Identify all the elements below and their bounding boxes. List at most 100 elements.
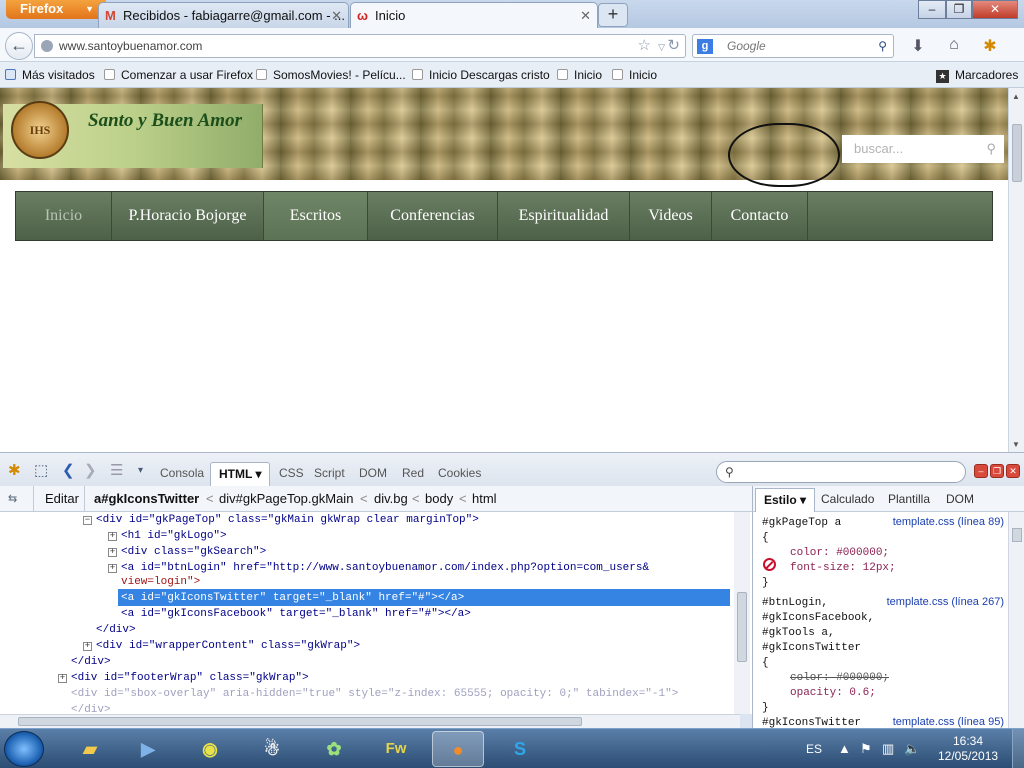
css-source-link[interactable]: template.css (línea 267) (887, 596, 1004, 608)
firebug-icon[interactable]: ✱ (8, 461, 21, 479)
tab-consola[interactable]: Consola (160, 466, 204, 480)
bookmarks-menu[interactable]: ★ Marcadores (936, 68, 1018, 83)
bookmark-item[interactable]: Inicio (557, 68, 602, 82)
list-icon[interactable]: ☰ (110, 461, 123, 479)
collapse-icon[interactable]: − (83, 516, 92, 525)
start-button[interactable] (4, 731, 44, 767)
html-panel-scrollbar[interactable] (734, 512, 750, 714)
html-node[interactable]: <div id="footerWrap" class="gkWrap"> (71, 670, 309, 686)
search-icon[interactable]: ⚲ (878, 35, 887, 57)
scrollbar-thumb[interactable] (1012, 528, 1022, 542)
chevron-down-icon[interactable]: ▾ (138, 465, 143, 476)
tab-gmail[interactable]: M Recibidos - fabiagarre@gmail.com - ... ✕ (98, 2, 349, 28)
language-indicator[interactable]: ES (806, 742, 822, 756)
google-icon[interactable]: g (697, 39, 713, 54)
firebug-search-input[interactable]: ⚲ (716, 461, 966, 483)
chevron-down-icon[interactable]: ▽ (658, 36, 665, 58)
back-button[interactable]: ← (5, 32, 33, 60)
bookmark-item[interactable]: SomosMovies! - Pelícu... (256, 68, 406, 82)
expand-icon[interactable]: + (108, 548, 117, 557)
expand-icon[interactable]: + (83, 642, 92, 651)
tab-inicio[interactable]: ω Inicio ✕ (350, 2, 598, 28)
tab-estilo[interactable]: Estilo ▾ (755, 488, 816, 512)
network-icon[interactable]: ▥ (882, 741, 894, 757)
disabled-property-icon[interactable] (763, 558, 776, 571)
html-node[interactable]: <a id="gkIconsFacebook" target="_blank" … (121, 606, 471, 622)
app-icon[interactable]: ☃ (246, 731, 298, 767)
tab-dom[interactable]: DOM (359, 466, 387, 480)
site-search-input[interactable]: buscar... ⚲ (842, 135, 1004, 163)
menu-item-videos[interactable]: Videos (630, 192, 712, 240)
clock[interactable]: 16:34 12/05/2013 (938, 734, 998, 764)
firebug-icon[interactable]: ✱ (980, 36, 1000, 56)
edit-button[interactable]: Editar (45, 486, 79, 512)
menu-item-contacto[interactable]: Contacto (712, 192, 808, 240)
tab-calculado[interactable]: Calculado (821, 492, 874, 506)
css-property[interactable]: opacity: 0.6; (790, 686, 876, 701)
search-icon[interactable]: ⚲ (986, 135, 996, 163)
forward-arrow-icon[interactable]: ❯ (84, 461, 97, 479)
media-player-icon[interactable]: ▶ (122, 731, 174, 767)
close-panel-button[interactable]: ✕ (1006, 464, 1020, 478)
show-desktop-button[interactable] (1012, 729, 1024, 768)
tray-chevron-icon[interactable]: ▲ (838, 741, 851, 756)
menu-item-horacio-bojorge[interactable]: P.Horacio Bojorge (112, 192, 264, 240)
bookmark-item[interactable]: Comenzar a usar Firefox (104, 68, 253, 82)
css-source-link[interactable]: template.css (línea 89) (893, 516, 1004, 528)
tab-css[interactable]: CSS (279, 466, 304, 480)
minimize-button[interactable]: – (918, 0, 946, 19)
breadcrumb-item[interactable]: body (425, 486, 453, 512)
html-node-selected[interactable]: <a id="gkIconsTwitter" target="_blank" h… (121, 590, 464, 606)
skype-icon[interactable]: S (494, 731, 546, 767)
tab-html[interactable]: HTML ▾ (210, 462, 271, 487)
volume-icon[interactable]: 🔈 (904, 741, 920, 757)
breadcrumb-item[interactable]: a#gkIconsTwitter (94, 486, 199, 512)
minimize-panel-button[interactable]: – (974, 464, 988, 478)
tab-cookies[interactable]: Cookies (438, 466, 481, 480)
css-property[interactable]: font-size: 12px; (790, 561, 896, 576)
search-input[interactable]: g Google ⚲ (692, 34, 894, 58)
url-bar[interactable]: www.santoybuenamor.com ☆ ▽ ↻ (34, 34, 686, 58)
tab-script[interactable]: Script (314, 466, 345, 480)
expand-icon[interactable]: + (58, 674, 67, 683)
html-panel-horizontal-scrollbar[interactable] (0, 714, 740, 728)
menu-item-escritos[interactable]: Escritos (264, 192, 368, 240)
chrome-icon[interactable]: ◉ (184, 731, 236, 767)
explorer-icon[interactable]: ▰ (64, 731, 116, 767)
html-node[interactable]: <div id="gkPageTop" class="gkMain gkWrap… (96, 512, 479, 528)
css-property-overridden[interactable]: color: #000000; (790, 671, 889, 686)
css-property[interactable]: color: #000000; (790, 546, 889, 561)
menu-item-inicio[interactable]: Inicio (16, 192, 112, 240)
close-icon[interactable]: ✕ (580, 8, 591, 24)
firefox-menu-button[interactable]: Firefox ▼ (6, 0, 106, 19)
tab-plantilla[interactable]: Plantilla (888, 492, 930, 506)
reload-icon[interactable]: ↻ (667, 35, 680, 57)
bookmark-most-visited[interactable]: Más visitados (5, 68, 95, 82)
inspect-icon[interactable]: ⬚ (34, 461, 48, 479)
html-node[interactable]: <div id="wrapperContent" class="gkWrap"> (96, 638, 360, 654)
maximize-button[interactable]: ❐ (946, 0, 972, 19)
scrollbar-thumb[interactable] (1012, 124, 1022, 182)
html-node[interactable]: <h1 id="gkLogo"> (121, 528, 227, 544)
picasa-icon[interactable]: ✿ (308, 731, 360, 767)
tab-dom-side[interactable]: DOM (946, 492, 974, 506)
html-node[interactable]: <div class="gkSearch"> (121, 544, 266, 560)
style-panel-scrollbar[interactable] (1008, 512, 1024, 728)
new-tab-button[interactable]: + (598, 3, 628, 27)
page-scrollbar[interactable]: ▲ ▼ (1008, 88, 1024, 452)
tab-red[interactable]: Red (402, 466, 424, 480)
bookmark-item[interactable]: Inicio Descargas cristo (412, 68, 550, 82)
close-window-button[interactable]: ✕ (972, 0, 1018, 19)
firefox-taskbar-icon[interactable]: ● (432, 731, 484, 767)
menu-item-conferencias[interactable]: Conferencias (368, 192, 498, 240)
arrow-down-icon[interactable]: ▼ (1012, 440, 1020, 449)
close-icon[interactable]: ✕ (331, 8, 342, 24)
fireworks-icon[interactable]: Fw (370, 731, 422, 767)
star-icon[interactable]: ☆ (638, 35, 651, 57)
html-node[interactable]: <div id="sbox-overlay" aria-hidden="true… (71, 686, 678, 702)
expand-icon[interactable]: + (108, 564, 117, 573)
menu-item-espiritualidad[interactable]: Espiritualidad (498, 192, 630, 240)
site-title[interactable]: Santo y Buen Amor (88, 110, 242, 132)
scrollbar-thumb[interactable] (18, 717, 582, 726)
bookmark-item[interactable]: Inicio (612, 68, 657, 82)
